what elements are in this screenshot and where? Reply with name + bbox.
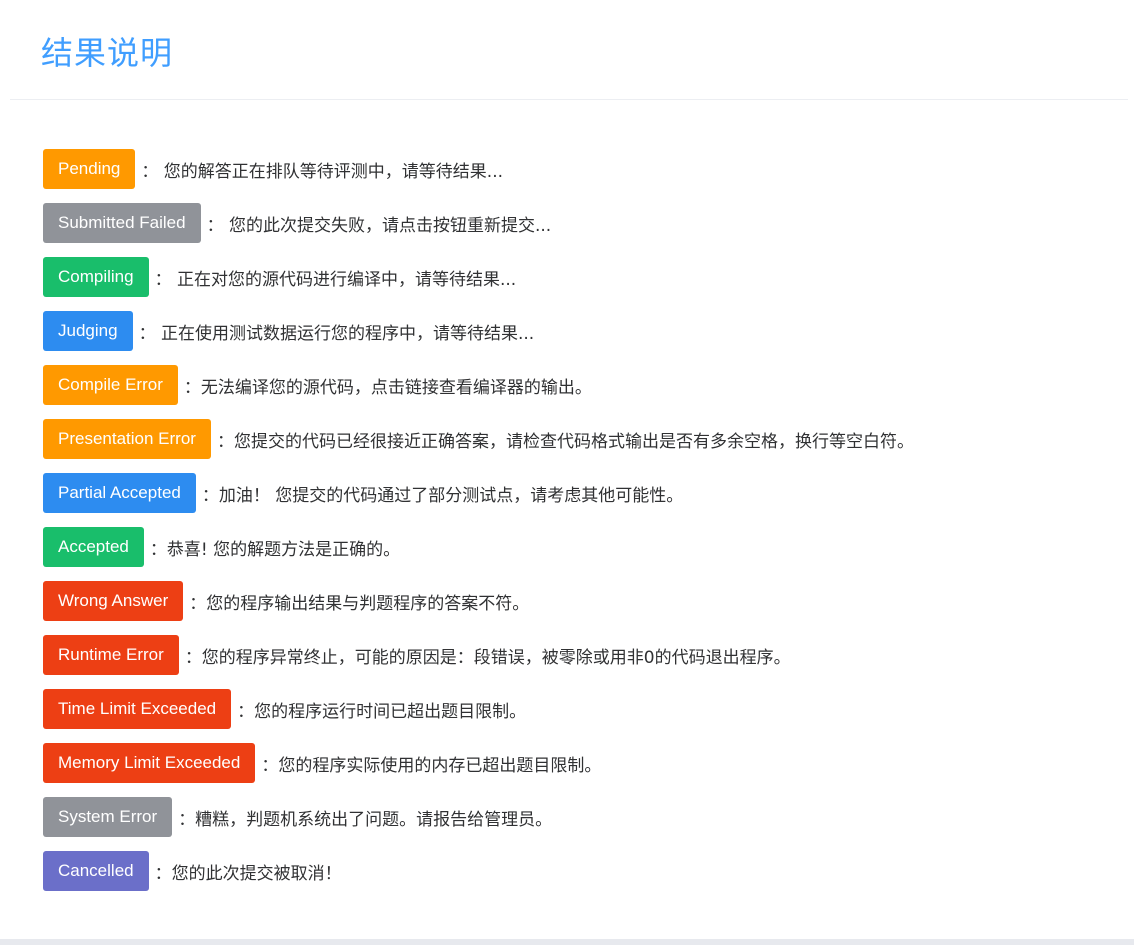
status-row-cancelled: Cancelled ：您的此次提交被取消！ <box>43 851 914 891</box>
status-desc-runtime-error: ：您的程序异常终止，可能的原因是：段错误，被零除或用非0的代码退出程序。 <box>184 647 791 668</box>
status-row-accepted: Accepted ：恭喜! 您的解题方法是正确的。 <box>43 527 914 567</box>
status-tag-memory-limit-exceeded: Memory Limit Exceeded <box>43 743 256 783</box>
status-desc-time-limit-exceeded: ：您的程序运行时间已超出题目限制。 <box>237 701 527 722</box>
status-row-pending: Pending ： 您的解答正在排队等待评测中，请等待结果... <box>43 149 914 189</box>
status-row-time-limit-exceeded: Time Limit Exceeded ：您的程序运行时间已超出题目限制。 <box>43 689 914 729</box>
status-row-memory-limit-exceeded: Memory Limit Exceeded ：您的程序实际使用的内存已超出题目限… <box>43 743 914 783</box>
status-tag-presentation-error: Presentation Error <box>43 419 211 459</box>
status-desc-judging: ： 正在使用测试数据运行您的程序中，请等待结果... <box>138 323 535 344</box>
status-tag-partial-accepted: Partial Accepted <box>43 473 196 513</box>
result-explanation-card: 结果说明 Pending ： 您的解答正在排队等待评测中，请等待结果... Su… <box>0 0 1134 945</box>
status-desc-partial-accepted: ：加油！ 您提交的代码通过了部分测试点，请考虑其他可能性。 <box>201 485 684 506</box>
status-desc-submitted-failed: ： 您的此次提交失败，请点击按钮重新提交... <box>206 215 552 236</box>
status-row-presentation-error: Presentation Error ：您提交的代码已经很接近正确答案，请检查代… <box>43 419 914 459</box>
status-desc-pending: ： 您的解答正在排队等待评测中，请等待结果... <box>141 161 504 182</box>
status-row-wrong-answer: Wrong Answer ：您的程序输出结果与判题程序的答案不符。 <box>43 581 914 621</box>
status-tag-judging: Judging <box>43 311 133 351</box>
card-header: 结果说明 <box>10 0 1128 100</box>
status-tag-submitted-failed: Submitted Failed <box>43 203 201 243</box>
status-row-compiling: Compiling ： 正在对您的源代码进行编译中，请等待结果... <box>43 257 914 297</box>
status-tag-pending: Pending <box>43 149 136 189</box>
status-desc-memory-limit-exceeded: ：您的程序实际使用的内存已超出题目限制。 <box>261 755 602 776</box>
status-tag-time-limit-exceeded: Time Limit Exceeded <box>43 689 232 729</box>
status-row-system-error: System Error ：糟糕，判题机系统出了问题。请报告给管理员。 <box>43 797 914 837</box>
status-desc-wrong-answer: ：您的程序输出结果与判题程序的答案不符。 <box>189 593 530 614</box>
status-desc-presentation-error: ：您提交的代码已经很接近正确答案，请检查代码格式输出是否有多余空格，换行等空白符… <box>216 431 914 452</box>
status-desc-compiling: ： 正在对您的源代码进行编译中，请等待结果... <box>154 269 517 290</box>
status-row-submitted-failed: Submitted Failed ： 您的此次提交失败，请点击按钮重新提交... <box>43 203 914 243</box>
status-list: Pending ： 您的解答正在排队等待评测中，请等待结果... Submitt… <box>43 149 914 905</box>
status-desc-system-error: ：糟糕，判题机系统出了问题。请报告给管理员。 <box>178 809 553 830</box>
status-tag-cancelled: Cancelled <box>43 851 149 891</box>
status-tag-compiling: Compiling <box>43 257 149 297</box>
status-desc-cancelled: ：您的此次提交被取消！ <box>154 863 342 884</box>
page-title: 结果说明 <box>41 34 174 72</box>
status-desc-accepted: ：恭喜! 您的解题方法是正确的。 <box>149 539 401 560</box>
status-tag-accepted: Accepted <box>43 527 144 567</box>
status-tag-system-error: System Error <box>43 797 173 837</box>
status-tag-compile-error: Compile Error <box>43 365 178 405</box>
status-tag-wrong-answer: Wrong Answer <box>43 581 184 621</box>
status-row-runtime-error: Runtime Error ：您的程序异常终止，可能的原因是：段错误，被零除或用… <box>43 635 914 675</box>
status-row-compile-error: Compile Error ：无法编译您的源代码，点击链接查看编译器的输出。 <box>43 365 914 405</box>
status-tag-runtime-error: Runtime Error <box>43 635 179 675</box>
status-row-partial-accepted: Partial Accepted ：加油！ 您提交的代码通过了部分测试点，请考虑… <box>43 473 914 513</box>
status-desc-compile-error: ：无法编译您的源代码，点击链接查看编译器的输出。 <box>183 377 592 398</box>
status-row-judging: Judging ： 正在使用测试数据运行您的程序中，请等待结果... <box>43 311 914 351</box>
